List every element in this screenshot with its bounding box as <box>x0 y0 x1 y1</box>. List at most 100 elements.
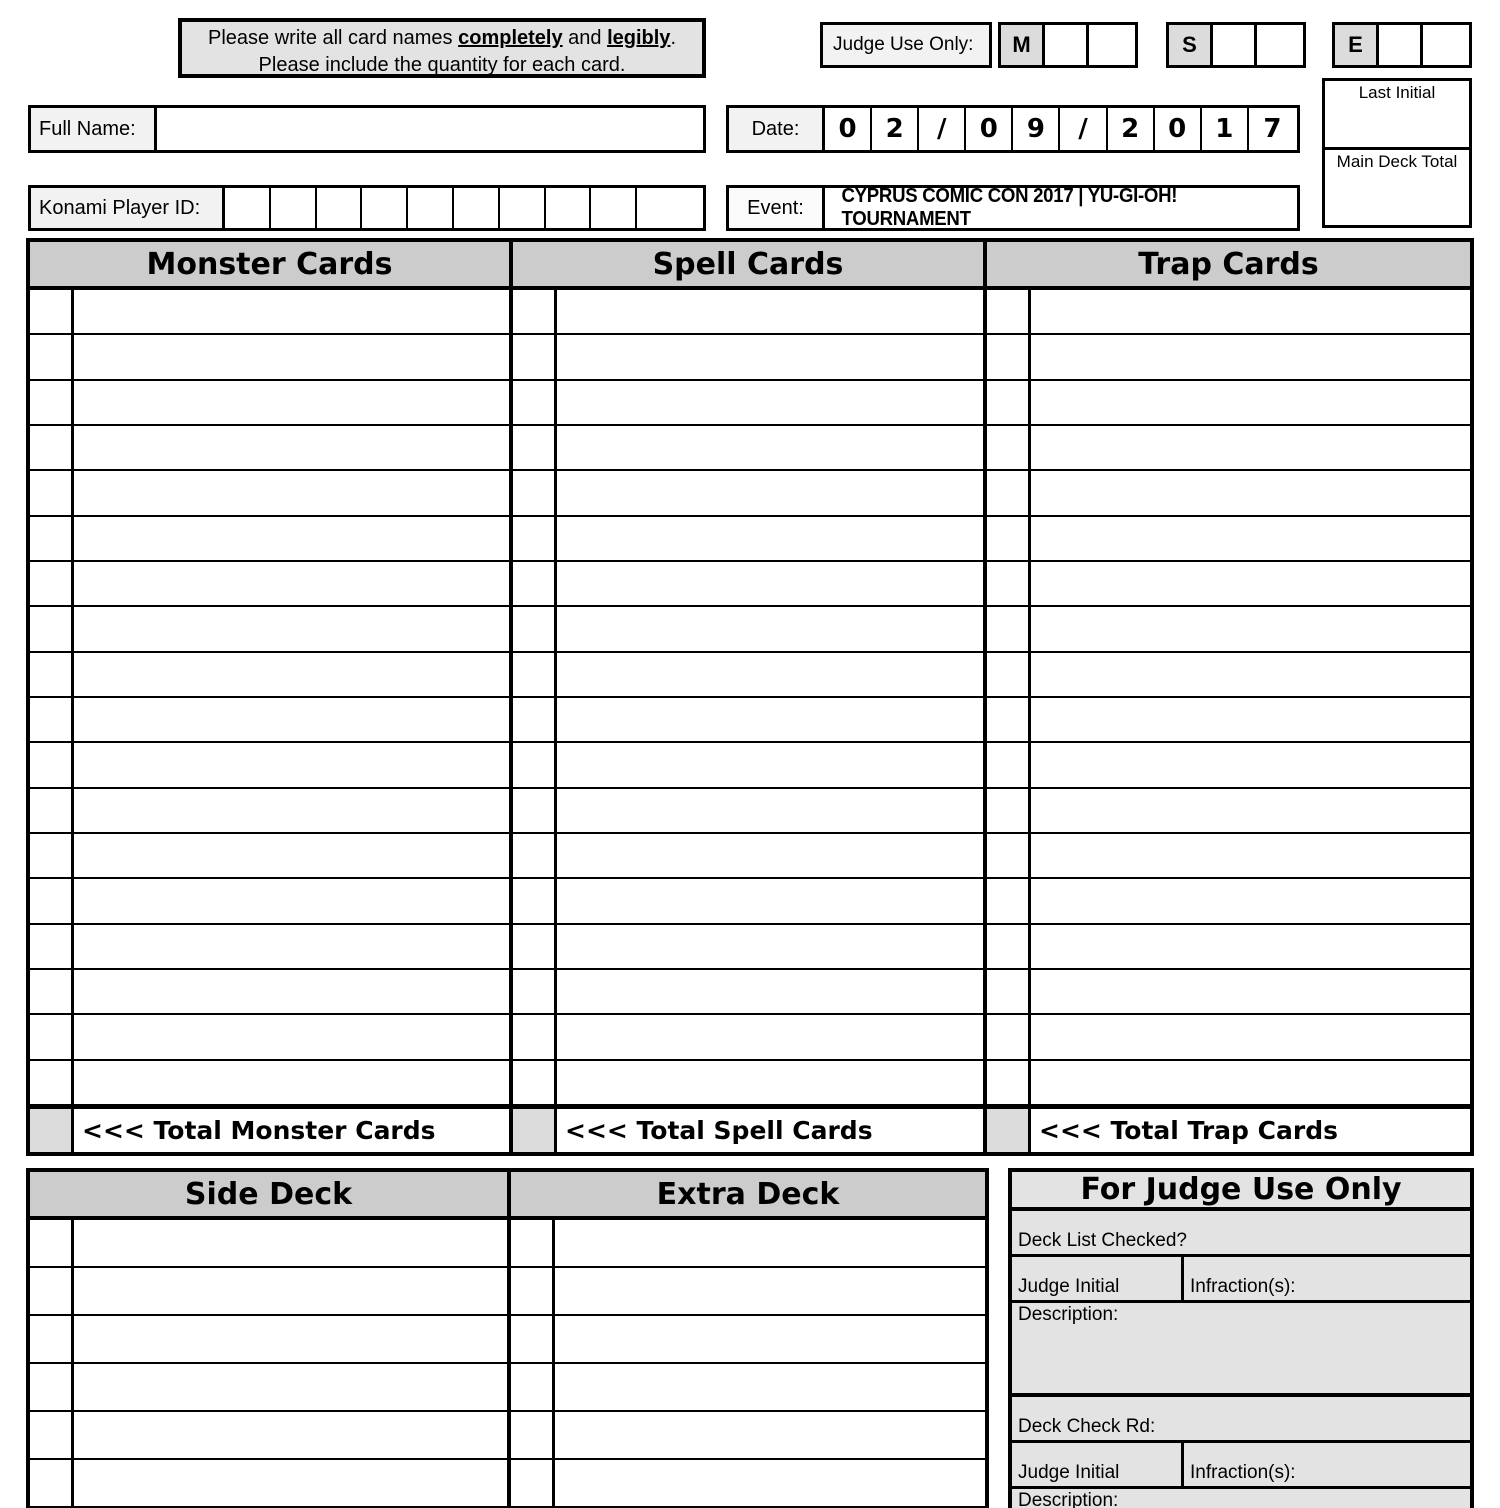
spell-name-cell[interactable] <box>557 969 983 1014</box>
judge-group-s-cell-2[interactable] <box>1257 25 1301 65</box>
spell-name-cell[interactable] <box>557 561 983 606</box>
monster-name-cell[interactable] <box>74 425 509 470</box>
extra-deck-name-cell[interactable] <box>555 1220 985 1266</box>
spell-quantity-cell[interactable] <box>513 471 557 515</box>
spell-quantity-cell[interactable] <box>513 788 557 832</box>
deck-check-rd-label[interactable]: Deck Check Rd: <box>1012 1397 1470 1443</box>
spell-quantity-cell[interactable] <box>513 652 557 696</box>
trap-name-cell[interactable] <box>1031 924 1470 968</box>
date-digit[interactable]: 0 <box>1155 108 1202 150</box>
side-deck-name-cell[interactable] <box>74 1364 507 1410</box>
monster-quantity-cell[interactable] <box>30 788 74 832</box>
trap-quantity-cell[interactable] <box>987 924 1031 968</box>
trap-name-cell[interactable] <box>1031 1060 1470 1104</box>
trap-name-cell[interactable] <box>1031 471 1470 515</box>
date-digit[interactable]: 0 <box>825 108 873 150</box>
monster-name-cell[interactable] <box>74 516 509 560</box>
spell-name-cell[interactable] <box>557 652 983 696</box>
trap-name-cell[interactable] <box>1031 290 1470 334</box>
full-name-input[interactable] <box>157 108 703 150</box>
monster-quantity-cell[interactable] <box>30 290 74 334</box>
side-deck-quantity-cell[interactable] <box>30 1220 74 1266</box>
spell-name-cell[interactable] <box>557 833 983 878</box>
monster-name-cell[interactable] <box>74 743 509 787</box>
judge-group-e-cell-2[interactable] <box>1423 25 1467 65</box>
monster-quantity-cell[interactable] <box>30 471 74 515</box>
trap-quantity-cell[interactable] <box>987 788 1031 832</box>
spell-quantity-cell[interactable] <box>513 969 557 1014</box>
monster-quantity-cell[interactable] <box>30 969 74 1014</box>
trap-quantity-cell[interactable] <box>987 697 1031 742</box>
trap-name-cell[interactable] <box>1031 743 1470 787</box>
infractions-label-2[interactable]: Infraction(s): <box>1184 1443 1470 1486</box>
spell-name-cell[interactable] <box>557 924 983 968</box>
spell-name-cell[interactable] <box>557 1060 983 1104</box>
spell-name-cell[interactable] <box>557 425 983 470</box>
monster-quantity-cell[interactable] <box>30 380 74 424</box>
monster-quantity-cell[interactable] <box>30 1015 74 1059</box>
spell-total-value[interactable] <box>513 1109 557 1152</box>
judge-group-m-cell-1[interactable] <box>1045 25 1089 65</box>
trap-quantity-cell[interactable] <box>987 833 1031 878</box>
deck-list-checked-label[interactable]: Deck List Checked? <box>1012 1211 1470 1257</box>
monster-name-cell[interactable] <box>74 1060 509 1104</box>
monster-name-cell[interactable] <box>74 471 509 515</box>
monster-quantity-cell[interactable] <box>30 697 74 742</box>
main-deck-total-box[interactable]: Main Deck Total <box>1322 150 1472 228</box>
konami-id-digit[interactable] <box>499 188 546 228</box>
extra-deck-name-cell[interactable] <box>555 1268 985 1314</box>
spell-name-cell[interactable] <box>557 697 983 742</box>
monster-name-cell[interactable] <box>74 788 509 832</box>
trap-quantity-cell[interactable] <box>987 969 1031 1014</box>
monster-quantity-cell[interactable] <box>30 607 74 651</box>
trap-name-cell[interactable] <box>1031 879 1470 923</box>
description-label-1[interactable]: Description: <box>1012 1303 1470 1393</box>
spell-name-cell[interactable] <box>557 471 983 515</box>
trap-quantity-cell[interactable] <box>987 1015 1031 1059</box>
trap-quantity-cell[interactable] <box>987 290 1031 334</box>
trap-quantity-cell[interactable] <box>987 879 1031 923</box>
extra-deck-quantity-cell[interactable] <box>511 1364 555 1410</box>
side-deck-name-cell[interactable] <box>74 1460 507 1506</box>
extra-deck-quantity-cell[interactable] <box>511 1412 555 1458</box>
date-digit[interactable]: 2 <box>872 108 920 150</box>
side-deck-quantity-cell[interactable] <box>30 1364 74 1410</box>
monster-quantity-cell[interactable] <box>30 1060 74 1104</box>
monster-name-cell[interactable] <box>74 652 509 696</box>
trap-quantity-cell[interactable] <box>987 652 1031 696</box>
spell-name-cell[interactable] <box>557 516 983 560</box>
side-deck-name-cell[interactable] <box>74 1412 507 1458</box>
trap-quantity-cell[interactable] <box>987 471 1031 515</box>
konami-id-digit[interactable] <box>316 188 363 228</box>
spell-quantity-cell[interactable] <box>513 335 557 379</box>
infractions-label-1[interactable]: Infraction(s): <box>1184 1257 1470 1300</box>
spell-quantity-cell[interactable] <box>513 743 557 787</box>
date-digit[interactable]: 0 <box>966 108 1014 150</box>
trap-quantity-cell[interactable] <box>987 607 1031 651</box>
trap-name-cell[interactable] <box>1031 380 1470 424</box>
monster-name-cell[interactable] <box>74 833 509 878</box>
extra-deck-quantity-cell[interactable] <box>511 1316 555 1362</box>
monster-quantity-cell[interactable] <box>30 516 74 560</box>
spell-quantity-cell[interactable] <box>513 425 557 470</box>
extra-deck-quantity-cell[interactable] <box>511 1460 555 1506</box>
extra-deck-quantity-cell[interactable] <box>511 1220 555 1266</box>
extra-deck-quantity-cell[interactable] <box>511 1268 555 1314</box>
konami-id-digit[interactable] <box>591 188 638 228</box>
extra-deck-name-cell[interactable] <box>555 1364 985 1410</box>
konami-id-digit[interactable] <box>270 188 317 228</box>
trap-total-value[interactable] <box>987 1109 1031 1152</box>
date-digit[interactable]: 2 <box>1108 108 1155 150</box>
monster-name-cell[interactable] <box>74 290 509 334</box>
trap-name-cell[interactable] <box>1031 697 1470 742</box>
spell-quantity-cell[interactable] <box>513 1015 557 1059</box>
monster-name-cell[interactable] <box>74 607 509 651</box>
monster-name-cell[interactable] <box>74 879 509 923</box>
trap-name-cell[interactable] <box>1031 335 1470 379</box>
trap-quantity-cell[interactable] <box>987 425 1031 470</box>
monster-name-cell[interactable] <box>74 335 509 379</box>
monster-name-cell[interactable] <box>74 1015 509 1059</box>
spell-name-cell[interactable] <box>557 788 983 832</box>
spell-quantity-cell[interactable] <box>513 607 557 651</box>
trap-name-cell[interactable] <box>1031 561 1470 606</box>
